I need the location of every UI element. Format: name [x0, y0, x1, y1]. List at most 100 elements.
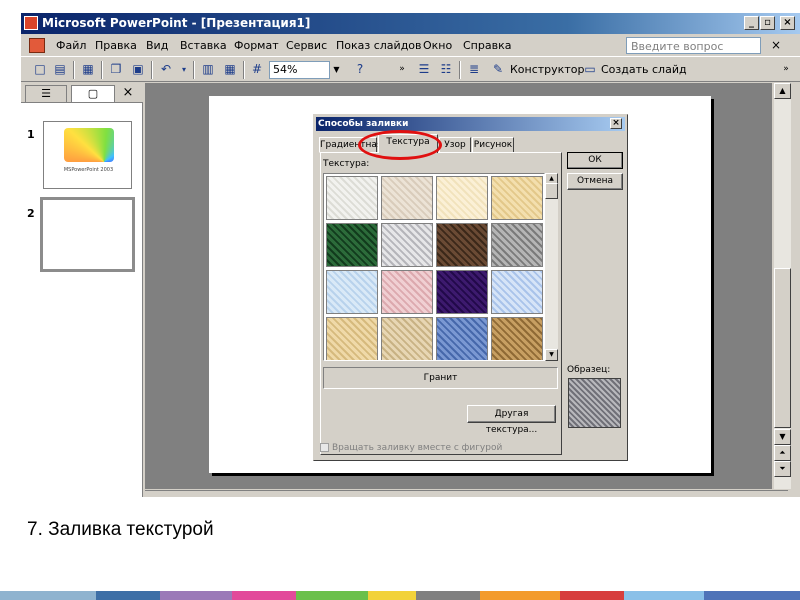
- texture-swatch[interactable]: [381, 270, 433, 314]
- menu-slideshow[interactable]: Показ слайдов: [336, 39, 422, 52]
- thumbnail-caption: MSPowerPoint 2003: [63, 167, 114, 173]
- rotate-fill-checkbox[interactable]: Вращать заливку вместе с фигурой: [320, 443, 502, 453]
- menu-edit[interactable]: Правка: [95, 39, 137, 52]
- slide-caption: 7. Заливка текстурой: [27, 519, 214, 540]
- scroll-thumb[interactable]: [774, 268, 791, 428]
- texture-swatch[interactable]: [436, 176, 488, 220]
- bulleted-list-icon[interactable]: ☷: [437, 61, 455, 78]
- toolbar-options-icon[interactable]: »: [393, 61, 411, 78]
- new-document-icon[interactable]: □: [31, 61, 49, 78]
- scroll-thumb[interactable]: [545, 183, 558, 199]
- dialog-close-icon[interactable]: ×: [610, 118, 622, 129]
- slides-pane: ☰ ▢ × 1 MSPowerPoint 2003 2: [21, 83, 143, 497]
- slide-thumbnail-1[interactable]: MSPowerPoint 2003: [43, 121, 132, 189]
- grid-icon[interactable]: #: [248, 61, 266, 78]
- texture-swatch[interactable]: [326, 223, 378, 267]
- pane-close-icon[interactable]: ×: [121, 85, 135, 102]
- copy-icon[interactable]: ❐: [107, 61, 125, 78]
- texture-swatch[interactable]: [491, 223, 543, 267]
- rotate-fill-label: Вращать заливку вместе с фигурой: [332, 443, 503, 453]
- texture-swatch[interactable]: [436, 317, 488, 360]
- texture-swatch[interactable]: [381, 176, 433, 220]
- texture-swatch[interactable]: [326, 176, 378, 220]
- texture-swatch[interactable]: [381, 223, 433, 267]
- texture-swatch[interactable]: [491, 317, 543, 360]
- menu-view[interactable]: Вид: [146, 39, 168, 52]
- tab-slides[interactable]: ▢: [71, 85, 115, 102]
- print-icon[interactable]: ▦: [79, 61, 97, 78]
- menu-window[interactable]: Окно: [423, 39, 452, 52]
- toolbar-separator: [193, 61, 195, 79]
- maximize-button[interactable]: ▫: [760, 16, 775, 30]
- title-bar[interactable]: Microsoft PowerPoint - [Презентация1] _ …: [21, 13, 800, 34]
- dialog-title-bar[interactable]: Способы заливки ×: [316, 117, 625, 131]
- sample-label: Образец:: [567, 365, 611, 375]
- chart-icon[interactable]: ▥: [199, 61, 217, 78]
- indent-icon[interactable]: ≣: [465, 61, 483, 78]
- undo-dropdown-icon[interactable]: ▾: [175, 61, 193, 78]
- paste-icon[interactable]: ▣: [129, 61, 147, 78]
- texture-tab-highlight-circle: [358, 130, 442, 160]
- texture-swatch[interactable]: [491, 270, 543, 314]
- tab-pattern[interactable]: Узор: [439, 137, 471, 153]
- slide-thumbnail-2[interactable]: [40, 197, 135, 272]
- slide-number: 2: [27, 207, 35, 220]
- texture-swatch[interactable]: [436, 270, 488, 314]
- texture-grid: [323, 173, 545, 361]
- texture-swatch[interactable]: [436, 223, 488, 267]
- designer-icon[interactable]: ✎: [489, 61, 507, 78]
- open-icon[interactable]: ▤: [51, 61, 69, 78]
- next-slide-icon[interactable]: ⏷: [774, 461, 791, 477]
- sample-preview: [568, 378, 621, 428]
- texture-scrollbar[interactable]: ▲ ▼: [545, 173, 558, 361]
- powerpoint-app-icon[interactable]: [24, 16, 38, 30]
- texture-swatch[interactable]: [491, 176, 543, 220]
- minimize-button[interactable]: _: [744, 16, 759, 30]
- slide-number: 1: [27, 128, 35, 141]
- menu-bar: Файл Правка Вид Вставка Формат Сервис По…: [21, 35, 800, 57]
- toolbar-separator: [243, 61, 245, 79]
- toolbar-separator: [73, 61, 75, 79]
- checkbox-icon[interactable]: [320, 443, 329, 452]
- zoom-dropdown-icon[interactable]: ▼: [329, 61, 343, 79]
- numbered-list-icon[interactable]: ☰: [415, 61, 433, 78]
- tab-picture[interactable]: Рисунок: [472, 137, 514, 153]
- menu-format[interactable]: Формат: [234, 39, 279, 52]
- menu-help[interactable]: Справка: [463, 39, 511, 52]
- dialog-title: Способы заливки: [318, 119, 409, 129]
- menu-tools[interactable]: Сервис: [286, 39, 327, 52]
- scroll-down-icon[interactable]: ▼: [774, 429, 791, 445]
- other-texture-button[interactable]: Другая текстура...: [467, 405, 556, 435]
- toolbar-separator: [101, 61, 103, 79]
- ok-button[interactable]: ОК: [567, 152, 623, 169]
- help-question-input[interactable]: Введите вопрос: [626, 37, 761, 54]
- cancel-button[interactable]: Отмена: [567, 173, 623, 190]
- window-title: Microsoft PowerPoint - [Презентация1]: [42, 16, 311, 30]
- help-icon[interactable]: ?: [351, 61, 369, 78]
- designer-button[interactable]: Конструктор: [510, 63, 584, 76]
- fill-effects-dialog: Способы заливки × Градиентная Текстура У…: [313, 114, 628, 461]
- notes-pane-border: [145, 490, 788, 497]
- standard-toolbar: □ ▤ ▦ ❐ ▣ ↶ ▾ ▥ ▦ # 54% ▼ ? » ☰ ☷ ≣ ✎ Ко…: [21, 58, 800, 82]
- texture-swatch[interactable]: [326, 317, 378, 360]
- document-icon[interactable]: [29, 38, 45, 53]
- new-slide-icon[interactable]: ▭: [581, 61, 599, 78]
- new-slide-button[interactable]: Создать слайд: [601, 63, 687, 76]
- texture-swatch[interactable]: [326, 270, 378, 314]
- vertical-scrollbar[interactable]: ▲ ▼ ⏶ ⏷: [774, 83, 791, 489]
- texture-swatch[interactable]: [381, 317, 433, 360]
- undo-icon[interactable]: ↶: [157, 61, 175, 78]
- tab-outline[interactable]: ☰: [25, 85, 67, 102]
- scroll-up-icon[interactable]: ▲: [774, 83, 791, 99]
- scroll-down-icon[interactable]: ▼: [545, 349, 558, 361]
- close-button[interactable]: ×: [780, 16, 795, 30]
- menu-insert[interactable]: Вставка: [180, 39, 227, 52]
- menu-file[interactable]: Файл: [56, 39, 86, 52]
- toolbar-options-icon[interactable]: »: [777, 61, 795, 78]
- table-icon[interactable]: ▦: [221, 61, 239, 78]
- texture-label: Текстура:: [323, 159, 370, 169]
- previous-slide-icon[interactable]: ⏶: [774, 445, 791, 461]
- document-close-icon[interactable]: ×: [771, 38, 781, 52]
- toolbar-separator: [151, 61, 153, 79]
- pane-tabs: ☰ ▢ ×: [21, 83, 143, 103]
